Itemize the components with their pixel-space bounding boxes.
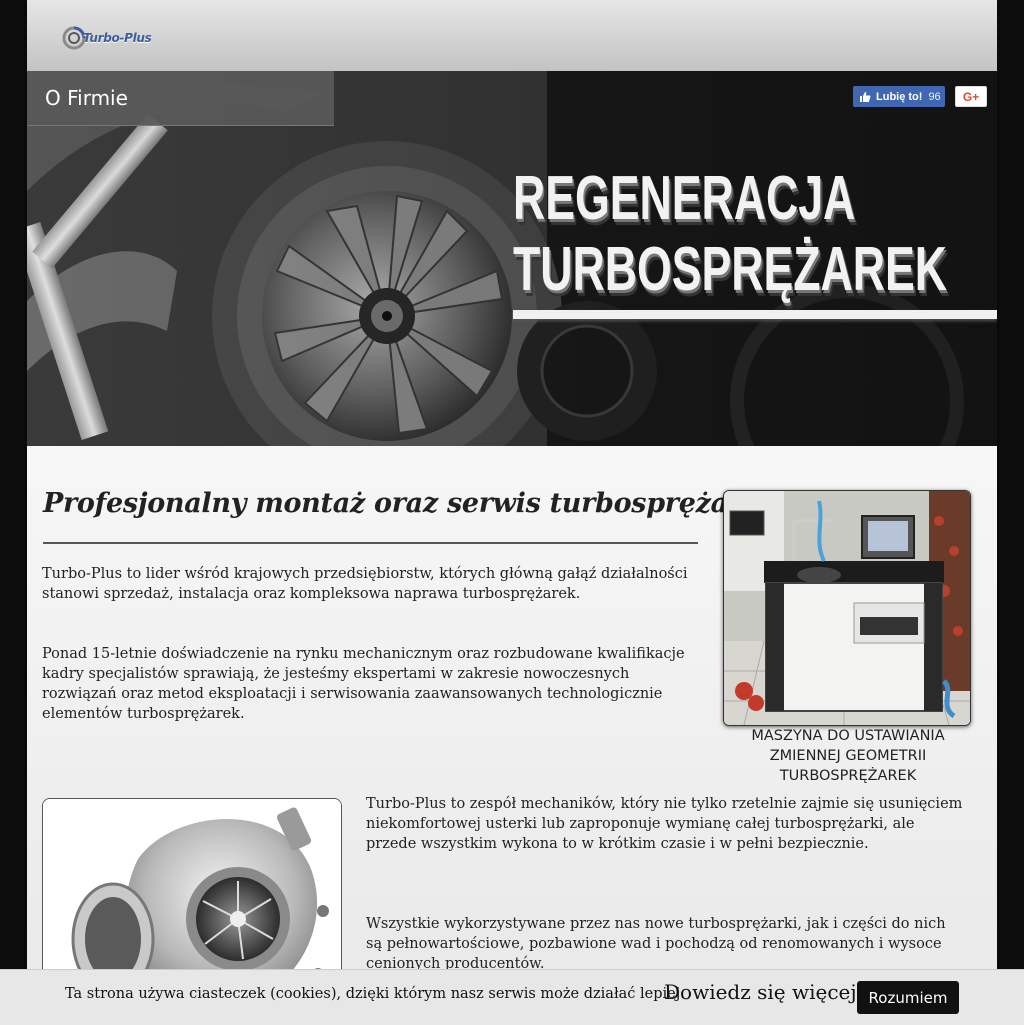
- facebook-like-label: Lubię to!: [876, 90, 923, 103]
- team-paragraph: Turbo-Plus to zespół mechaników, który n…: [366, 796, 963, 852]
- cookie-consent-bar: Ta strona używa ciasteczek (cookies), dz…: [0, 969, 1024, 1025]
- logo-text: Turbo-Plus: [83, 31, 152, 45]
- banner-divider: [513, 310, 997, 319]
- quality-paragraph: Wszystkie wykorzystywane przez nas nowe …: [366, 916, 946, 972]
- site-logo[interactable]: Turbo-Plus: [61, 24, 157, 52]
- banner-headline-line1: REGENERACJA: [513, 164, 856, 233]
- page-title-box: O Firmie: [27, 71, 334, 126]
- experience-paragraph: Ponad 15-letnie doświadczenie na rynku m…: [42, 646, 685, 722]
- google-plus-button[interactable]: G+: [955, 86, 987, 107]
- section-heading: Profesjonalny montaż oraz serwis turbosp…: [43, 488, 778, 519]
- facebook-like-count: 96: [928, 90, 941, 103]
- heading-divider: [43, 542, 698, 544]
- machine-photo-caption: MASZYNA DO USTAWIANIA ZMIENNEJ GEOMETRII…: [751, 728, 945, 784]
- top-header: Turbo-Plus: [27, 0, 997, 71]
- cookie-accept-button[interactable]: Rozumiem: [857, 981, 959, 1014]
- google-plus-icon: G+: [962, 89, 980, 104]
- banner-headline-line2: TURBOSPRĘŻAREK: [513, 235, 948, 304]
- cookie-notice-text: Ta strona używa ciasteczek (cookies), dz…: [65, 986, 685, 1002]
- page-title: O Firmie: [45, 86, 128, 110]
- thumbs-up-icon: [859, 91, 871, 103]
- geometry-machine-photo: [723, 490, 971, 726]
- hero-banner: O Firmie Lubię to! 96 G+ REGENERACJA TUR…: [27, 71, 997, 446]
- intro-paragraph: Turbo-Plus to lider wśród krajowych prze…: [42, 566, 688, 602]
- page-container: Turbo-Plus O Firmie Lubię to! 96 G+ REGE…: [27, 0, 997, 1024]
- cookie-learn-more-link[interactable]: Dowiedz się więcej: [664, 980, 857, 1004]
- facebook-like-button[interactable]: Lubię to! 96: [853, 86, 945, 107]
